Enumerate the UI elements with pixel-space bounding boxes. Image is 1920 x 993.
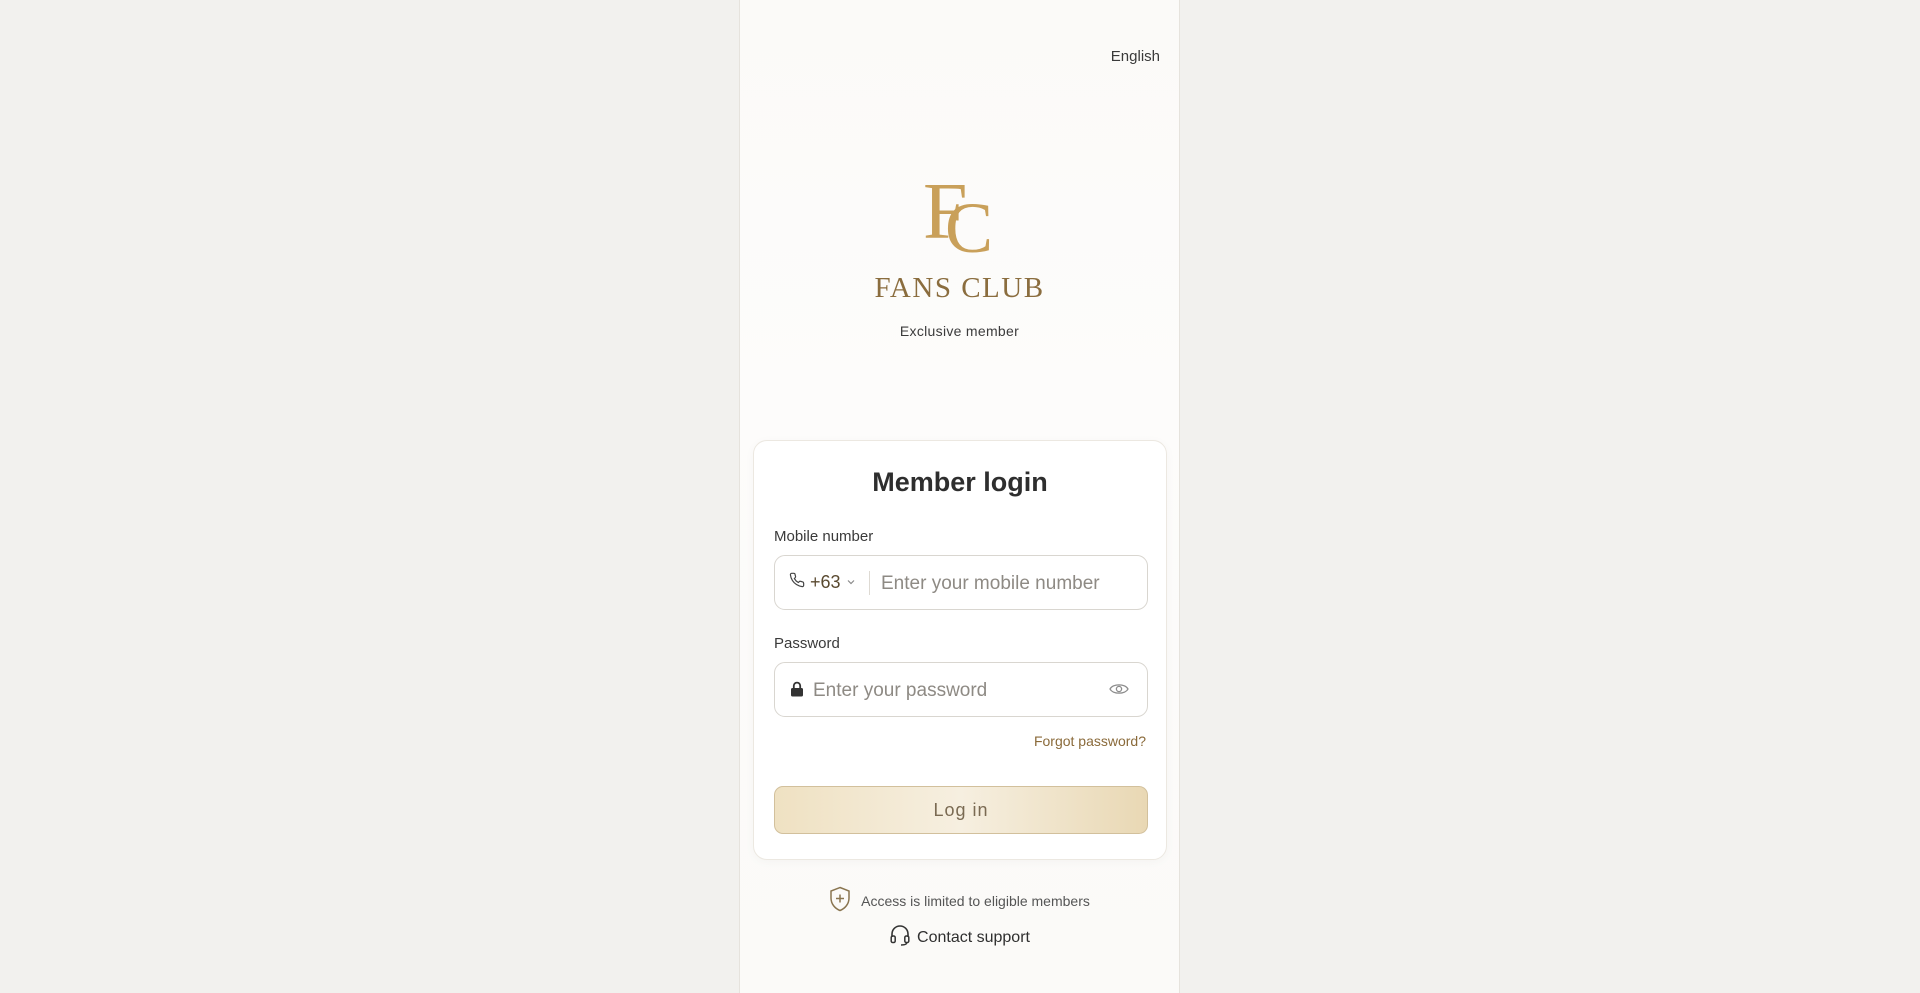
phone-icon <box>789 572 805 593</box>
contact-support-label: Contact support <box>917 928 1030 946</box>
language-selector[interactable]: English <box>1111 48 1160 65</box>
access-note: Access is limited to eligible members <box>740 886 1179 915</box>
mobile-label: Mobile number <box>774 528 874 545</box>
password-label: Password <box>774 635 840 652</box>
eye-icon[interactable] <box>1109 682 1129 701</box>
login-card: Member login Mobile number +63 Password <box>753 440 1167 860</box>
login-screen: English F C FANS CLUB Exclusive member M… <box>739 0 1180 993</box>
chevron-down-icon <box>846 574 856 592</box>
headset-icon <box>889 924 911 951</box>
password-field <box>774 662 1148 718</box>
password-input[interactable] <box>811 663 1095 718</box>
country-code-selector[interactable]: +63 <box>789 556 856 609</box>
shield-icon <box>829 886 851 915</box>
mobile-field: +63 <box>774 555 1148 611</box>
brand-tagline: Exclusive member <box>899 323 1020 339</box>
country-code: +63 <box>810 572 841 592</box>
login-title: Member login <box>872 467 1048 497</box>
login-button[interactable]: Log in <box>774 786 1148 834</box>
field-divider <box>869 571 870 595</box>
mobile-input[interactable] <box>879 556 1138 611</box>
lock-icon <box>790 681 804 702</box>
brand-name: FANS CLUB <box>874 272 1045 304</box>
access-note-text: Access is limited to eligible members <box>861 892 1090 909</box>
contact-support-link[interactable]: Contact support <box>740 924 1179 951</box>
forgot-password-link[interactable]: Forgot password? <box>1034 733 1146 749</box>
svg-text:C: C <box>945 188 993 260</box>
brand-logo: F C <box>915 160 1005 260</box>
